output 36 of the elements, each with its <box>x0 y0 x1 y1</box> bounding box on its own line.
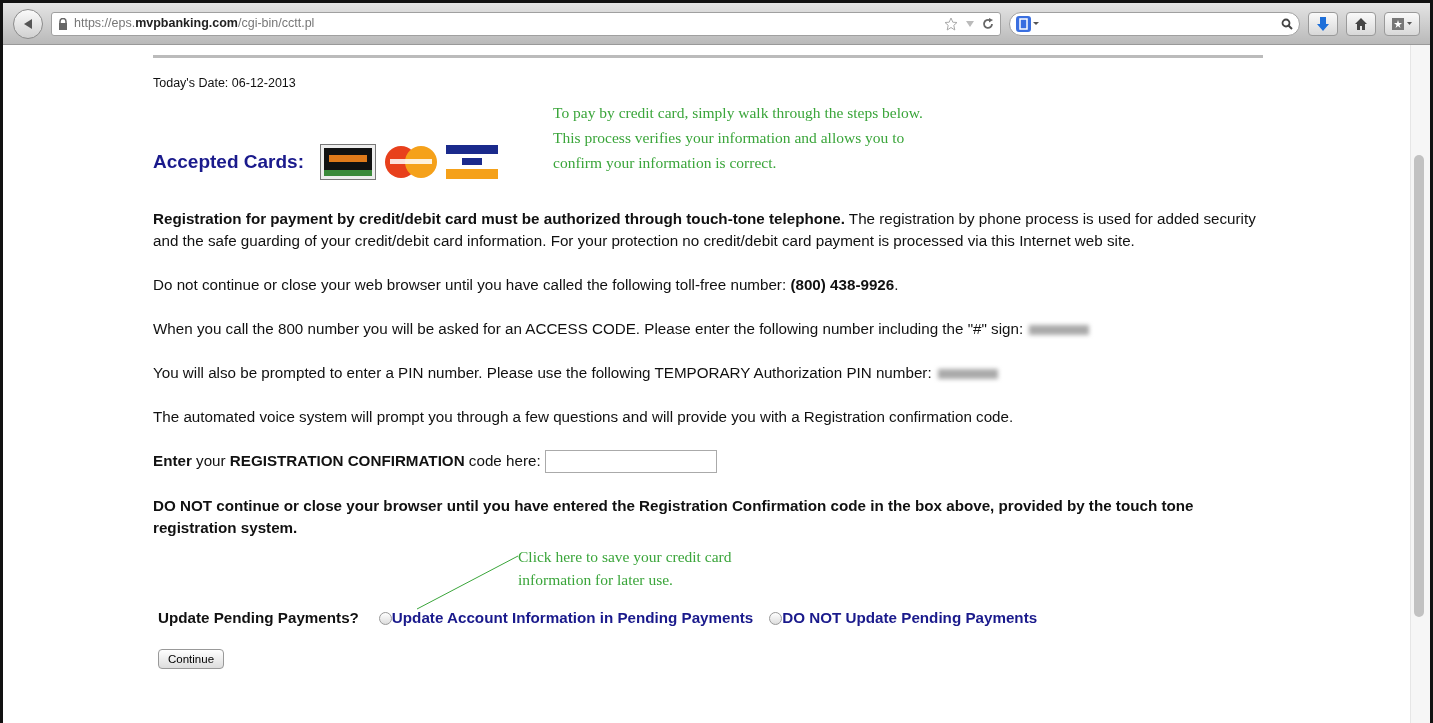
redacted-value <box>937 369 998 379</box>
reload-icon[interactable] <box>982 17 994 30</box>
redacted-value <box>1029 325 1090 335</box>
radio-button[interactable] <box>769 612 783 625</box>
instruction-paragraph: When you call the 800 number you will be asked for an ACCESS CODE. Please enter the following number including the "#" sign: <box>153 320 1024 337</box>
home-button[interactable] <box>1346 11 1376 36</box>
confirmation-code-field[interactable] <box>544 450 717 474</box>
update-label: Update Pending Payments? <box>158 608 359 629</box>
instruction-paragraph: Do not continue or close your web browser until you have called the following toll-free number: (800) 438-9926. <box>153 276 899 293</box>
instruction-note: To pay by credit card, simply walk through the steps below. This process verifies your information and allows you to confirm your information is correct. <box>553 102 923 173</box>
star-icon[interactable] <box>944 16 958 31</box>
date-text: Today's Date: 06-12-2013 <box>153 75 297 92</box>
home-icon <box>1354 16 1368 31</box>
url-text: https://eps.mvpbanking.com/cgi-bin/cctt.pl <box>74 15 315 33</box>
lock-icon <box>58 17 68 30</box>
bookmarks-button[interactable] <box>1384 11 1420 36</box>
confirmation-label: Enter your REGISTRATION CONFIRMATION code here: <box>153 452 541 469</box>
option-label[interactable]: DO NOT Update Pending Payments <box>782 607 1038 630</box>
instruction-paragraph: Registration for payment by credit/debit card must be authorized through touch-tone telephone. The registration by phone process is used for added security and the safe guarding of your credit/debit card information. For your protection no credit/debit card payment is processed via this Internet web site. <box>153 210 1256 249</box>
accepted-cards-label: Accepted Cards: <box>153 151 304 173</box>
search-engine-icon[interactable] <box>1016 15 1040 32</box>
instruction-paragraph: You will also be prompted to enter a PIN number. Please use the following TEMPORARY Authorization PIN number: <box>153 364 932 381</box>
search-icon[interactable] <box>1281 17 1293 30</box>
download-arrow-icon <box>1316 15 1330 32</box>
download-button[interactable] <box>1308 11 1338 36</box>
address-bar[interactable]: https://eps.mvpbanking.com/cgi-bin/cctt.pl <box>51 11 1001 36</box>
continue-button[interactable]: Continue <box>158 649 225 670</box>
star-box-icon <box>1391 16 1413 31</box>
save-note: Click here to save your credit card information for later use. <box>518 547 733 591</box>
back-button[interactable] <box>13 8 43 39</box>
radio-button[interactable] <box>378 612 392 625</box>
scrollbar[interactable] <box>1410 45 1430 723</box>
instruction-paragraph: The automated voice system will prompt you through a few questions and will provide you with a Registration confirmation code. <box>153 408 1014 425</box>
search-field[interactable] <box>1009 11 1300 36</box>
warning-text: DO NOT continue or close your browser until you have entered the Registration Confirmation code in the box above, provided by the touch tone registration system. <box>153 496 1195 539</box>
option-label[interactable]: Update Account Information in Pending Payments <box>391 607 754 630</box>
